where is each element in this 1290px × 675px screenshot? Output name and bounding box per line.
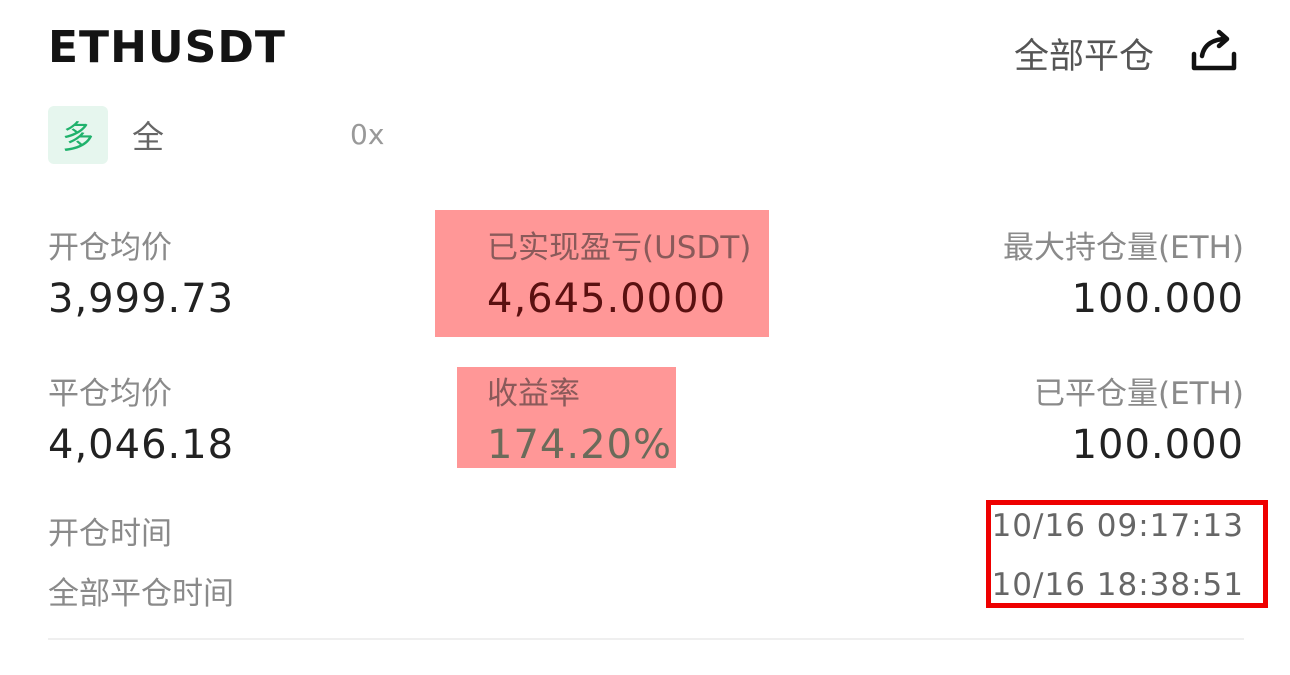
close-avg-value: 4,046.18	[48, 422, 235, 468]
side-tag-long: 多	[48, 106, 108, 164]
open-avg-value: 3,999.73	[48, 276, 235, 322]
max-position-value: 100.000	[1071, 276, 1244, 322]
open-avg-label: 开仓均价	[48, 230, 172, 266]
closed-amount-label: 已平仓量(ETH)	[1033, 376, 1244, 412]
margin-mode-tag: 全	[132, 118, 165, 156]
max-position-label: 最大持仓量(ETH)	[1002, 230, 1244, 266]
open-time-label: 开仓时间	[48, 516, 172, 552]
realized-pnl-label: 已实现盈亏(USDT)	[487, 230, 752, 266]
divider	[48, 638, 1244, 640]
close-time-label: 全部平仓时间	[48, 576, 234, 612]
roi-label: 收益率	[487, 376, 580, 412]
closed-amount-value: 100.000	[1071, 422, 1244, 468]
share-icon[interactable]	[1188, 26, 1240, 78]
close-time-value: 10/16 18:38:51	[991, 567, 1244, 603]
open-time-value: 10/16 09:17:13	[991, 508, 1244, 544]
realized-pnl-value: 4,645.0000	[487, 276, 727, 322]
close-avg-label: 平仓均价	[48, 376, 172, 412]
roi-value: 174.20%	[487, 422, 672, 468]
close-all-button[interactable]: 全部平仓	[1014, 28, 1154, 79]
leverage-tag: 0x	[350, 118, 385, 151]
symbol-title: ETHUSDT	[48, 22, 286, 73]
